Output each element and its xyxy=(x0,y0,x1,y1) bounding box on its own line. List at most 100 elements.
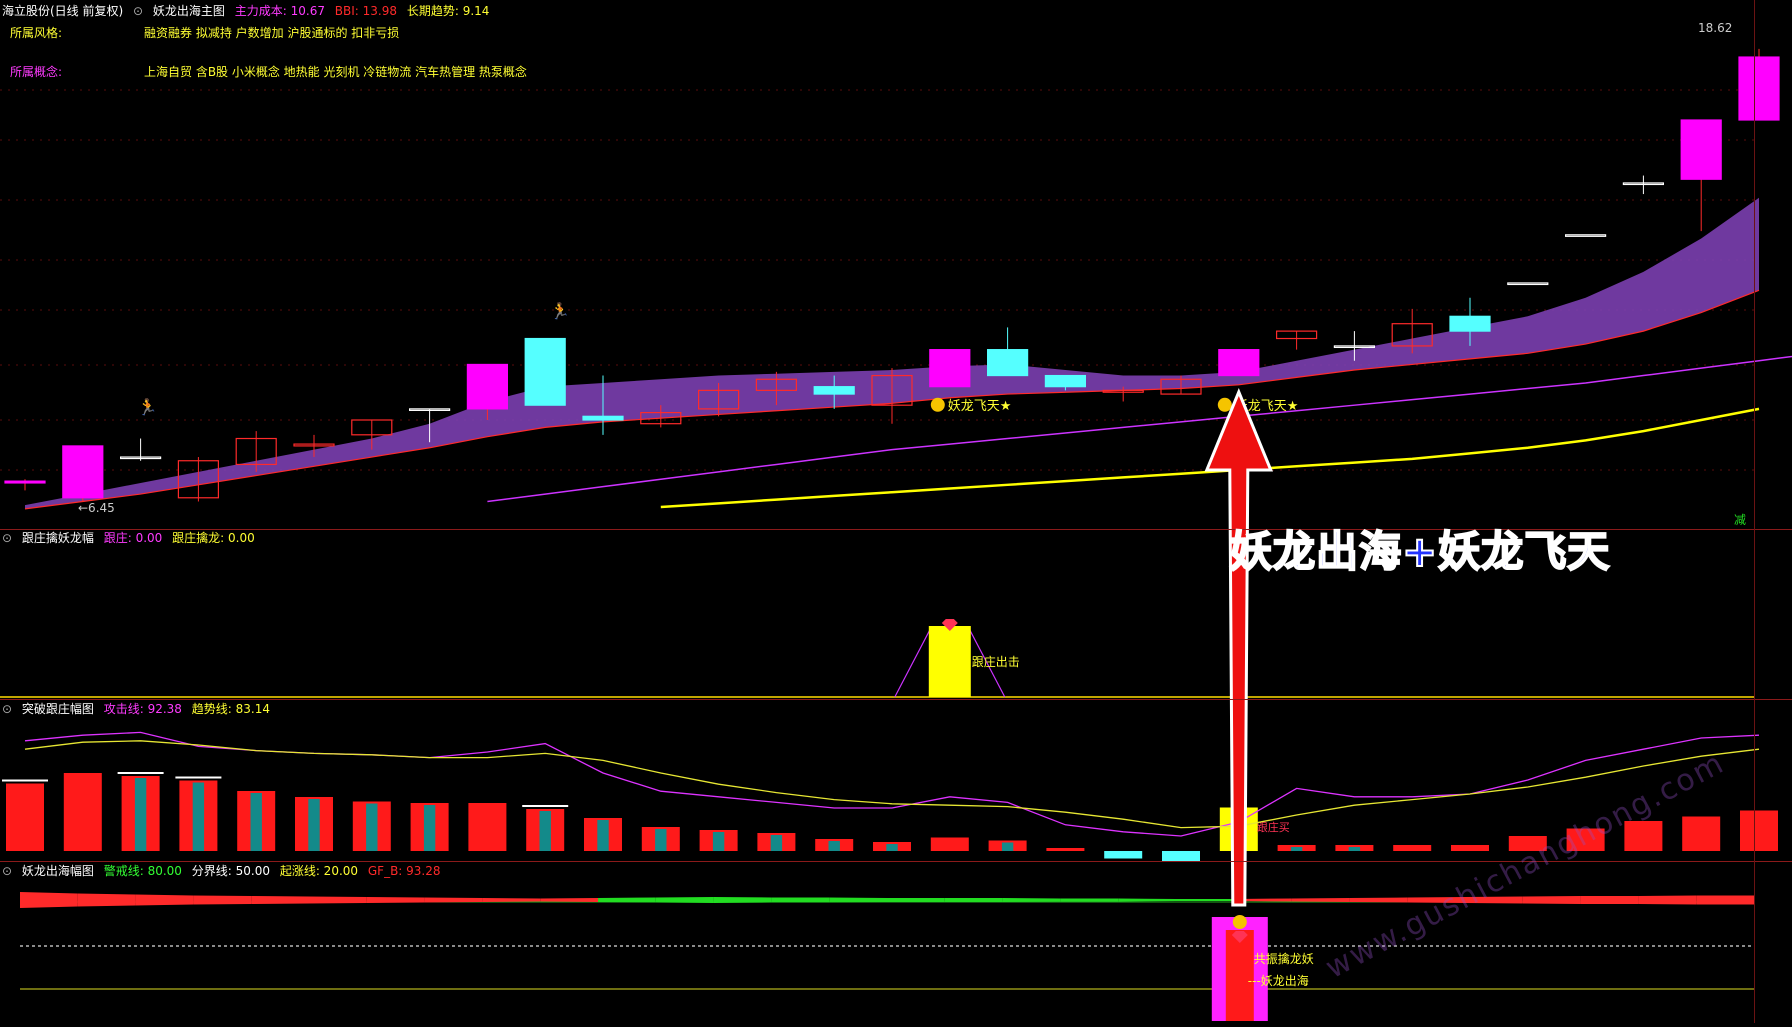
main-indicator-name[interactable]: 妖龙出海主图 xyxy=(153,4,225,18)
volume-bar-core xyxy=(1290,847,1303,851)
volume-bar-core xyxy=(1001,842,1014,851)
volume-bar xyxy=(468,803,507,851)
ribbon-segment xyxy=(1002,898,1061,902)
concept-label: 所属概念: xyxy=(10,65,63,79)
volume-bar-core xyxy=(655,829,667,851)
style-value: 融资融券 拟减持 户数增加 沪股通标的 扣非亏损 xyxy=(144,26,400,40)
volume-bar-core xyxy=(134,778,147,851)
attack-line xyxy=(24,731,1760,837)
panel4-header: ⊙ 妖龙出海幅图 警戒线: 80.00 分界线: 50.00 起涨线: 20.0… xyxy=(2,864,447,878)
candle xyxy=(1738,56,1780,121)
ribbon-segment xyxy=(655,897,714,903)
volume-bar-core xyxy=(366,803,378,851)
panel3-item-0: 攻击线: 92.38 xyxy=(103,702,182,716)
ribbon-segment xyxy=(366,897,425,903)
candle xyxy=(1680,119,1722,180)
collapse-icon[interactable]: ⊙ xyxy=(2,702,12,716)
signal-label: 妖龙飞天★ xyxy=(948,399,1012,414)
trend-line xyxy=(24,740,1760,829)
candle xyxy=(986,349,1029,377)
ribbon-segment xyxy=(1176,899,1234,901)
ribbon-segment xyxy=(1696,895,1754,905)
volume-bar xyxy=(6,783,44,851)
candle xyxy=(1564,234,1607,237)
candle xyxy=(524,337,566,406)
volume-bar xyxy=(1162,851,1200,862)
volume-bar xyxy=(930,837,969,851)
ribbon-segment xyxy=(1118,898,1176,902)
main-item-1: BBI: 13.98 xyxy=(334,4,398,18)
ribbon-segment xyxy=(20,892,78,908)
ribbon-segment xyxy=(1580,896,1639,904)
runner-icon: 🏃 xyxy=(138,398,158,417)
candle xyxy=(1449,315,1491,332)
candle xyxy=(582,415,624,421)
panel2-signal-label: 跟庄出击 xyxy=(972,654,1020,669)
main-item-2: 长期趋势: 9.14 xyxy=(406,4,490,18)
volume-bar-core xyxy=(886,844,898,851)
ribbon-segment xyxy=(135,894,194,906)
panel2-item-0: 跟庄: 0.00 xyxy=(103,531,163,545)
right-axis-divider xyxy=(1754,0,1755,1023)
volume-bar-core xyxy=(828,841,840,851)
panel4-item-0: 警戒线: 80.00 xyxy=(103,864,182,878)
ribbon-segment xyxy=(771,897,830,903)
panel2-item-1: 跟庄擒龙: 0.00 xyxy=(172,531,255,545)
panel4-label-resonance: 共振擒龙妖 xyxy=(1254,951,1314,966)
low-price-label: ←6.45 xyxy=(78,501,115,515)
panel4-label-launch: ---妖龙出海 xyxy=(1248,973,1309,988)
candle xyxy=(1044,374,1087,388)
panel2-header: ⊙ 跟庄擒妖龙幅 跟庄: 0.00 跟庄擒龙: 0.00 xyxy=(2,531,261,545)
candle xyxy=(62,445,104,499)
volume-bar-core xyxy=(308,799,320,851)
candle xyxy=(1218,349,1260,377)
candle xyxy=(813,386,855,395)
volume-bar xyxy=(1104,851,1143,859)
main-item-0: 主力成本: 10.67 xyxy=(234,4,325,18)
panel4-indicator-name[interactable]: 妖龙出海幅图 xyxy=(22,864,94,878)
reduce-marker: 减 xyxy=(1734,513,1746,527)
collapse-icon[interactable]: ⊙ xyxy=(133,4,143,18)
ribbon-segment xyxy=(887,898,945,902)
ribbon-segment xyxy=(944,898,1003,902)
ribbon-segment xyxy=(1291,898,1350,902)
panel3-header: ⊙ 突破跟庄幅图 攻击线: 92.38 趋势线: 83.14 xyxy=(2,702,276,716)
volume-bar xyxy=(1046,848,1085,851)
ribbon-segment xyxy=(77,893,136,907)
panel4-item-3: GF_B: 93.28 xyxy=(367,864,441,878)
candle xyxy=(1507,282,1549,286)
trend-band xyxy=(25,197,1759,509)
high-price-label: 18.62 xyxy=(1698,21,1732,35)
stock-name[interactable]: 海立股份(日线 前复权) xyxy=(2,4,123,18)
runner-icon: 🏃 xyxy=(550,301,570,320)
ribbon-segment xyxy=(424,897,483,903)
money-bag-icon xyxy=(1232,915,1247,929)
panel3-indicator-name[interactable]: 突破跟庄幅图 xyxy=(22,702,94,716)
panel4-item-2: 起涨线: 20.00 xyxy=(279,864,359,878)
collapse-icon[interactable]: ⊙ xyxy=(2,531,12,545)
ribbon-segment xyxy=(482,898,541,902)
ribbon-segment xyxy=(540,898,598,902)
signal-bar xyxy=(928,626,971,697)
ribbon-segment xyxy=(1522,896,1581,904)
volume-bar-core xyxy=(423,805,436,851)
volume-bar-core xyxy=(192,782,205,851)
volume-bar xyxy=(1451,845,1489,851)
candle xyxy=(929,349,971,388)
money-bag-icon xyxy=(1217,397,1232,412)
candle xyxy=(466,363,508,410)
ribbon-segment xyxy=(829,897,887,903)
collapse-icon[interactable]: ⊙ xyxy=(2,864,12,878)
panel2-indicator-name[interactable]: 跟庄擒妖龙幅 xyxy=(22,531,94,545)
volume-bar-core xyxy=(250,793,262,851)
ribbon-segment xyxy=(193,895,252,905)
overlay-title: 妖龙出海+妖龙飞天 xyxy=(1229,526,1611,577)
panel4-item-1: 分界线: 50.00 xyxy=(191,864,270,878)
ribbon-segment xyxy=(1349,897,1408,903)
main-panel-header: 海立股份(日线 前复权) ⊙ 妖龙出海主图 主力成本: 10.67 BBI: 1… xyxy=(2,4,495,18)
style-label: 所属风格: xyxy=(10,26,63,40)
ribbon-segment xyxy=(598,897,656,903)
candle xyxy=(4,480,46,484)
volume-bar xyxy=(63,773,102,851)
ribbon-segment xyxy=(1060,898,1119,902)
